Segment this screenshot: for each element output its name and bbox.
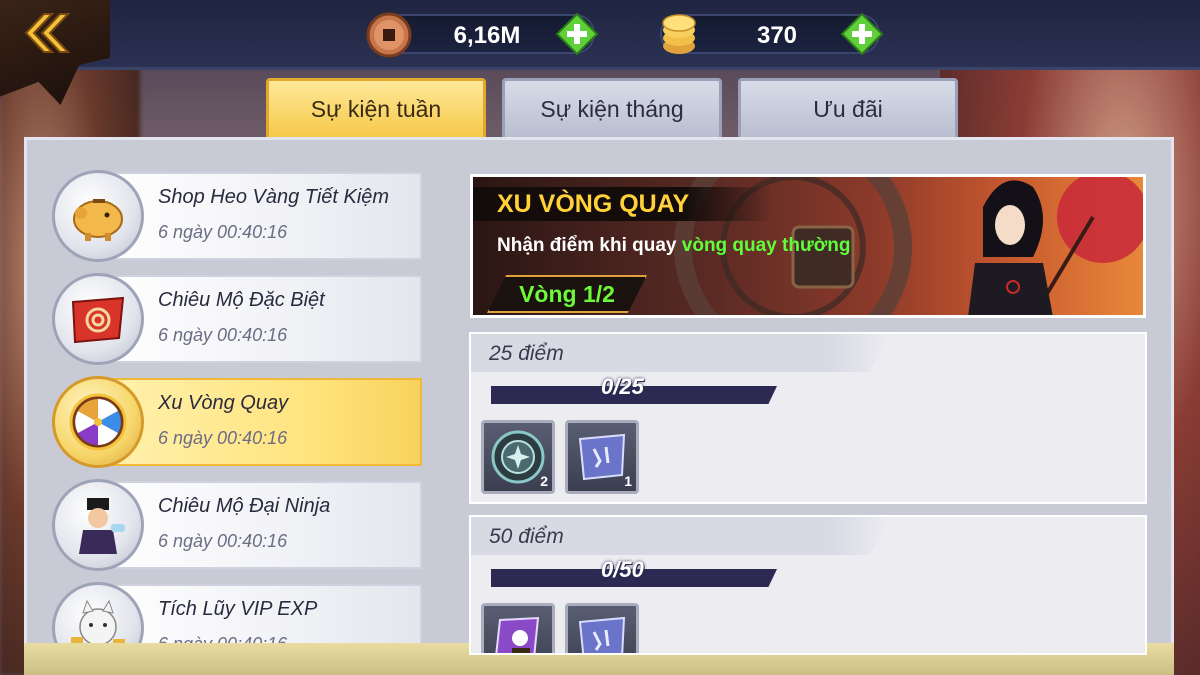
ryo-value: 370 — [756, 22, 798, 49]
reward-slot[interactable] — [481, 603, 555, 653]
tab-offers[interactable]: Ưu đãi — [738, 78, 958, 140]
round-indicator: Vòng 1/2 — [487, 275, 647, 313]
reward-slot[interactable]: 1 — [565, 420, 639, 494]
event-time: 6 ngày 00:40:16 — [158, 428, 288, 448]
event-time: 6 ngày 00:40:16 — [158, 222, 288, 242]
reward-slot[interactable] — [565, 603, 639, 653]
event-item-special-summon[interactable]: Chiêu Mộ Đặc Biệt 6 ngày 00:40:16 — [52, 273, 424, 365]
add-coin-button[interactable] — [555, 12, 599, 56]
summon-scroll-icon — [71, 296, 125, 344]
event-item-great-ninja-summon[interactable]: Chiêu Mộ Đại Ninja 6 ngày 00:40:16 — [52, 479, 424, 571]
event-item-spin-coin[interactable]: Xu Vòng Quay 6 ngày 00:40:16 — [52, 376, 424, 468]
progress-text: 0/25 — [601, 374, 644, 399]
milestone-card: 50 điểm 0/50 — [469, 515, 1147, 655]
coin-value: 6,16M — [453, 22, 521, 49]
coin-counter: 6,16M — [366, 12, 599, 58]
add-ryo-button[interactable] — [840, 12, 884, 56]
banner-desc-text: Nhận điểm khi quay — [497, 235, 682, 256]
golden-piggy-bank-icon — [73, 199, 123, 241]
banner-title: XU VÒNG QUAY — [473, 187, 773, 221]
ryo-counter: 370 — [660, 12, 884, 56]
event-time: 6 ngày 00:40:16 — [158, 634, 287, 643]
event-item-vip-exp[interactable]: Tích Lũy VIP EXP 6 ngày 00:40:16 — [52, 582, 424, 643]
event-name: Xu Vòng Quay — [158, 392, 289, 414]
top-bar — [0, 0, 1200, 70]
event-badge — [52, 376, 144, 468]
purple-flag-scroll-icon — [495, 616, 540, 653]
event-badge — [52, 170, 144, 262]
tab-weekly-events[interactable]: Sự kiện tuần — [266, 78, 486, 140]
copper-coin-icon — [366, 12, 412, 58]
milestone-points: 25 điểm — [489, 342, 564, 365]
milestone-points: 50 điểm — [489, 525, 564, 548]
ninja-scroll-fragment-icon — [578, 433, 626, 481]
tab-monthly-events[interactable]: Sự kiện tháng — [502, 78, 722, 140]
lucky-cat-icon — [71, 599, 125, 643]
reward-slot[interactable]: 2 — [481, 420, 555, 494]
reward-count: 2 — [540, 473, 548, 489]
event-badge — [52, 273, 144, 365]
progress-text: 0/50 — [601, 557, 644, 582]
kunoichi-character-art — [968, 177, 1143, 315]
milestone-card: 25 điểm 0/25 2 1 — [469, 332, 1147, 504]
spin-wheel-icon — [69, 393, 127, 451]
ninja-token-chip-icon — [491, 430, 545, 484]
event-name: Tích Lũy VIP EXP — [158, 598, 318, 620]
event-name: Shop Heo Vàng Tiết Kiệm — [158, 186, 390, 208]
event-badge — [52, 479, 144, 571]
event-item-piggy-shop[interactable]: Shop Heo Vàng Tiết Kiệm 6 ngày 00:40:16 — [52, 170, 424, 262]
tab-label: Sự kiện tuần — [310, 95, 442, 122]
event-name: Chiêu Mộ Đặc Biệt — [158, 289, 325, 311]
tab-label: Sự kiện tháng — [540, 95, 684, 122]
double-chevron-left-icon — [24, 13, 70, 53]
reward-count: 1 — [624, 473, 632, 489]
banner-desc-highlight: vòng quay thường — [681, 235, 851, 256]
ninja-scroll-fragment-icon — [578, 616, 626, 653]
ninja-character-icon — [79, 498, 125, 554]
event-name: Chiêu Mộ Đại Ninja — [158, 495, 331, 517]
tab-label: Ưu đãi — [813, 95, 883, 122]
banner-description: Nhận điểm khi quay vòng quay thường — [497, 235, 850, 257]
event-list[interactable]: Shop Heo Vàng Tiết Kiệm 6 ngày 00:40:16 … — [52, 170, 424, 643]
event-time: 6 ngày 00:40:16 — [158, 531, 288, 551]
event-time: 6 ngày 00:40:16 — [158, 325, 288, 345]
event-banner: XU VÒNG QUAY Nhận điểm khi quay vòng qua… — [470, 174, 1146, 318]
gold-ryo-stack-icon — [662, 14, 696, 54]
